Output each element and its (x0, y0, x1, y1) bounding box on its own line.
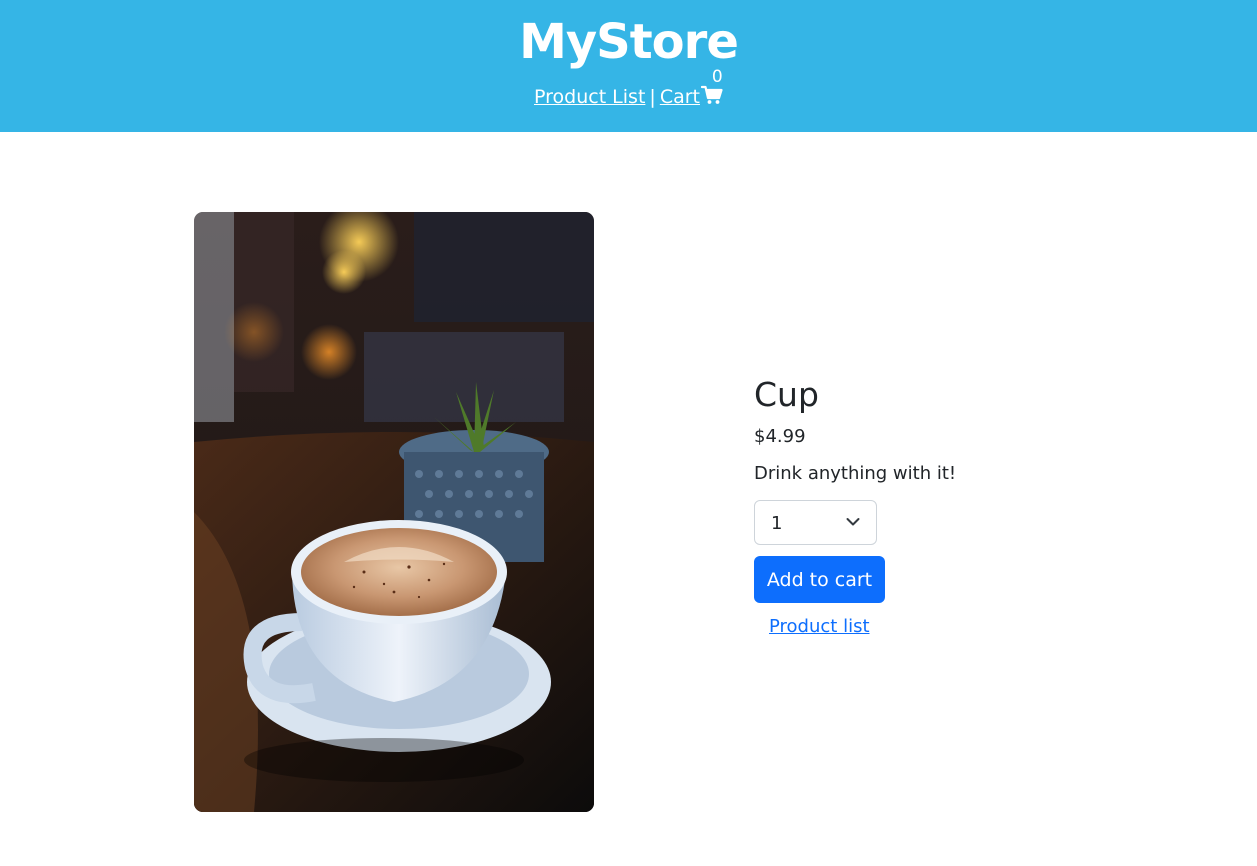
chevron-down-icon (846, 518, 860, 526)
quantity-select[interactable]: 1 (754, 500, 877, 545)
cart-nav[interactable]: Cart 0 (660, 68, 723, 110)
product-image (194, 212, 594, 812)
shopping-cart-icon[interactable] (700, 85, 723, 105)
site-header: MyStore Product List | Cart 0 (0, 0, 1257, 132)
nav-product-list-link[interactable]: Product List (534, 86, 645, 108)
product-name: Cup (754, 375, 819, 414)
product-details: Cup $4.99 Drink anything with it! 1 Add … (754, 374, 1074, 639)
nav-cart-link[interactable]: Cart (660, 86, 700, 108)
main-nav: Product List | Cart 0 (0, 68, 1257, 110)
cart-count-badge: 0 (711, 67, 723, 87)
add-to-cart-button[interactable]: Add to cart (754, 556, 885, 603)
product-price: $4.99 (754, 426, 806, 447)
brand-title: MyStore (519, 14, 739, 70)
coffee-cup-photo (194, 212, 594, 812)
product-description: Drink anything with it! (754, 463, 957, 484)
quantity-selected-value: 1 (771, 513, 783, 534)
nav-separator: | (649, 86, 656, 108)
product-list-link[interactable]: Product list (769, 615, 1074, 639)
